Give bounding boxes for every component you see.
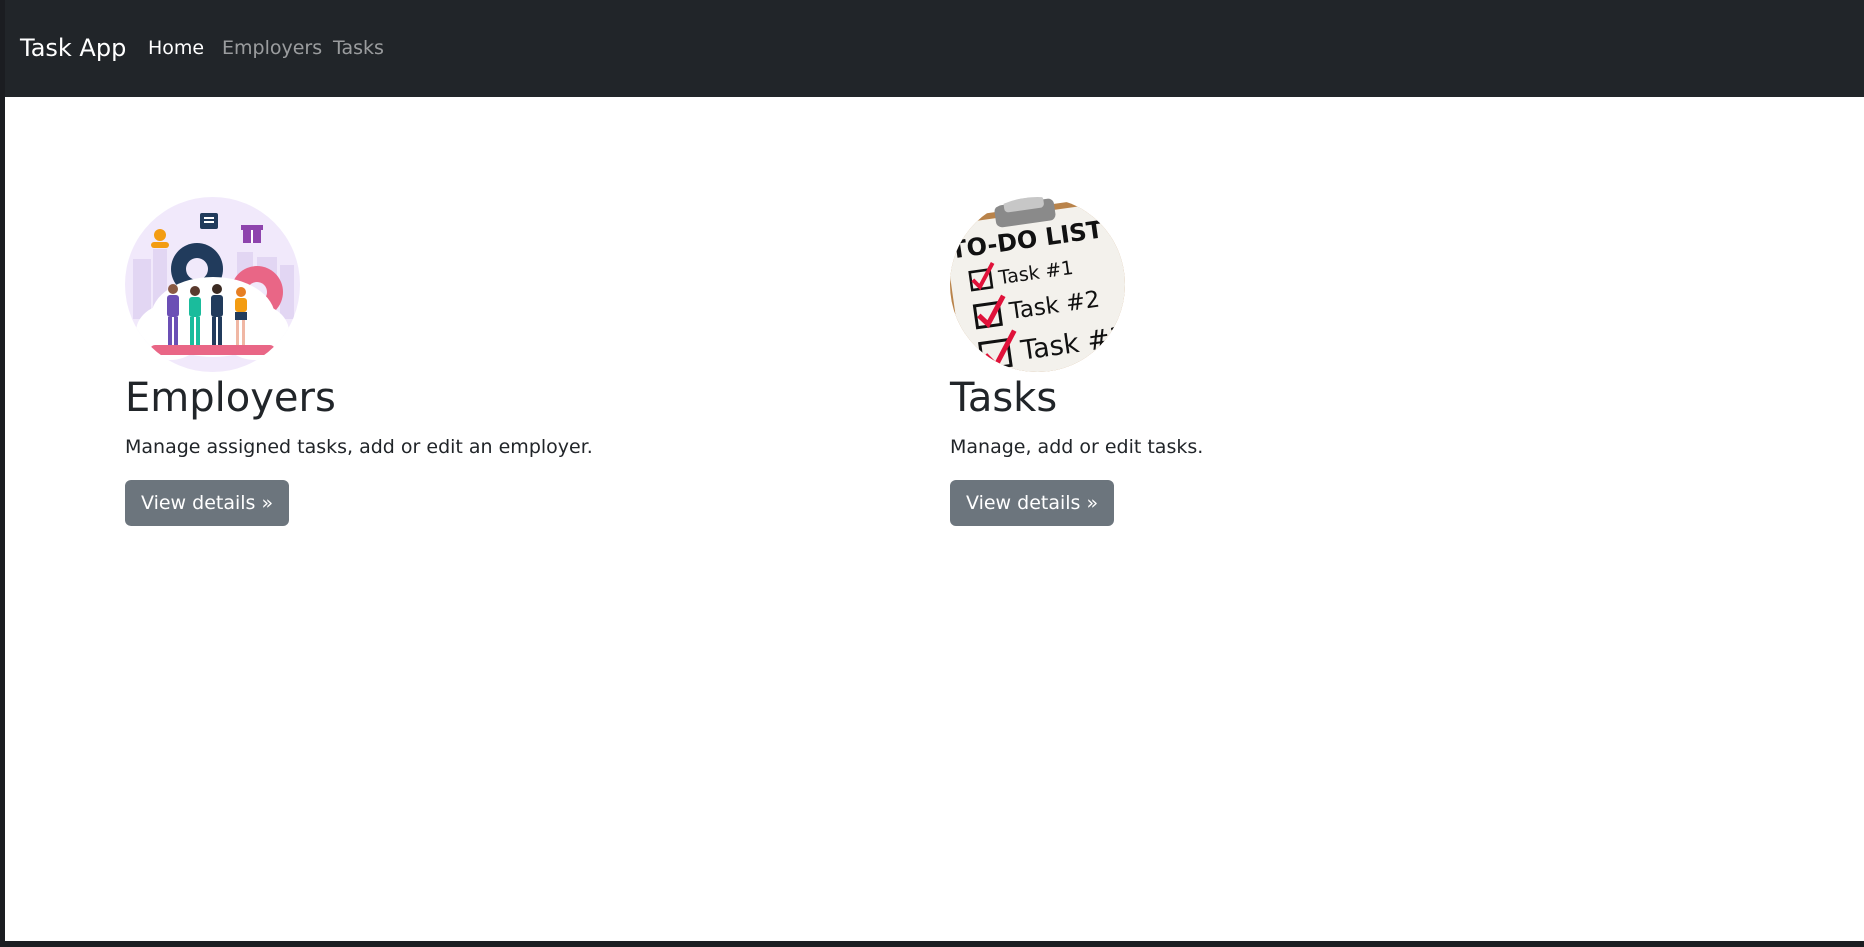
employers-view-details-button[interactable]: View details »	[125, 480, 290, 526]
tasks-title: Tasks	[950, 375, 1058, 421]
nav-link-tasks[interactable]: Tasks	[333, 36, 384, 60]
tasks-view-details-button[interactable]: View details »	[950, 480, 1115, 526]
employers-description: Manage assigned tasks, add or edit an em…	[125, 436, 593, 458]
brand-link[interactable]: Task App	[20, 32, 126, 64]
nav-link-home[interactable]: Home	[148, 36, 204, 60]
employers-card: Employers Manage assigned tasks, add or …	[125, 197, 593, 526]
employers-title: Employers	[125, 375, 336, 421]
tasks-description: Manage, add or edit tasks.	[950, 436, 1204, 458]
todo-list-image: TO-DO LIST Task #1 Task #2 Task #3	[950, 197, 1125, 372]
nav-link-employers[interactable]: Employers	[222, 36, 322, 60]
tasks-card: TO-DO LIST Task #1 Task #2 Task #3 Tasks…	[950, 197, 1203, 526]
team-illustration-image	[125, 197, 300, 372]
page: Task App Home Employers Tasks Employers …	[5, 0, 1864, 941]
navbar: Task App Home Employers Tasks	[5, 0, 1864, 97]
